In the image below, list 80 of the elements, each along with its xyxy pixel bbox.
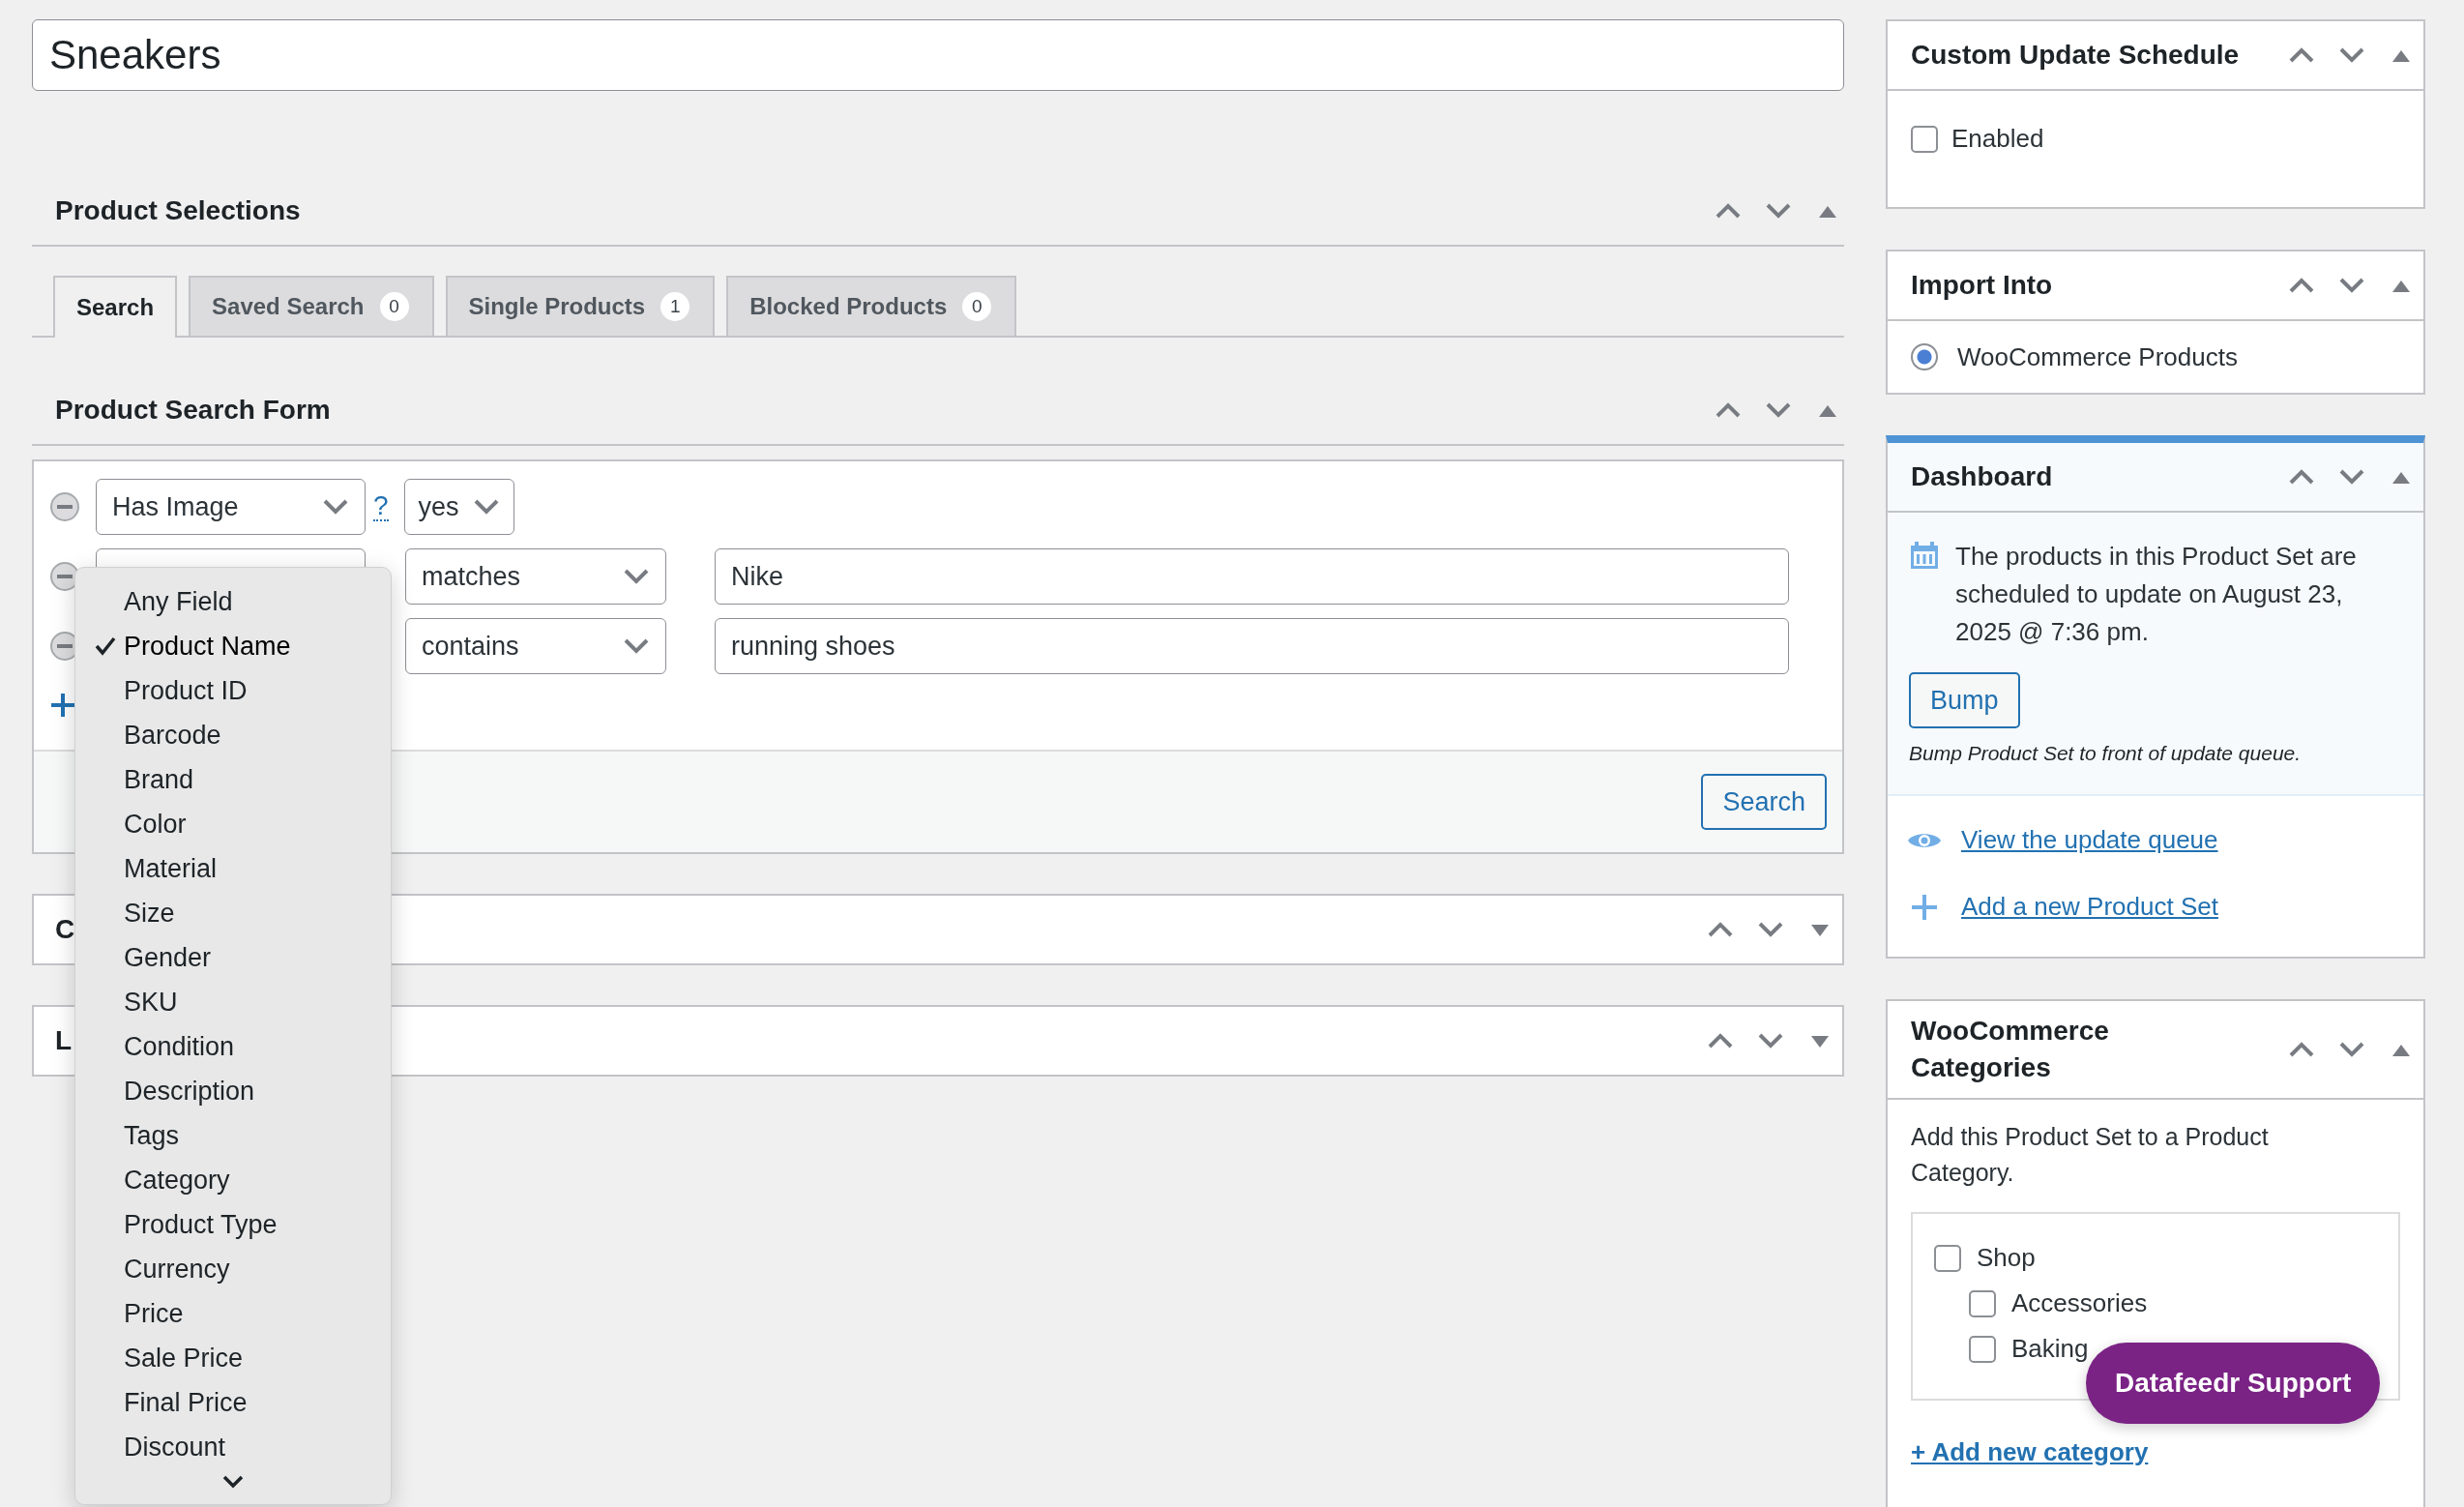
panel-title: Product Search Form [55,395,331,426]
menu-item[interactable]: Barcode [75,713,391,757]
panel-title: L [55,1025,73,1056]
menu-item[interactable]: Sale Price [75,1336,391,1380]
link[interactable]: Add a new Product Set [1961,892,2218,922]
menu-item[interactable]: Material [75,846,391,891]
menu-item[interactable]: Product Type [75,1202,391,1247]
count-badge: 0 [960,290,994,323]
dropdown[interactable]: contains [405,618,666,674]
chevron-up-icon[interactable] [1707,1032,1734,1049]
input-field[interactable]: Nike [715,548,1789,605]
bump-button[interactable]: Bump [1909,672,2020,728]
link[interactable]: View the update queue [1961,825,2218,855]
chevron-up-icon[interactable] [1715,202,1742,220]
menu-item[interactable]: Final Price [75,1380,391,1425]
triangle-up-icon[interactable] [2392,1043,2410,1056]
menu-item[interactable]: Product ID [75,668,391,713]
menu-item[interactable]: Currency [75,1247,391,1291]
tab[interactable]: Search [53,276,178,338]
triangle-down-icon[interactable] [1811,1034,1829,1048]
chevron-up-icon[interactable] [1707,921,1734,938]
chevron-up-icon[interactable] [2288,277,2315,294]
menu-item[interactable]: Category [75,1158,391,1202]
hint-text: Bump Product Set to front of update queue. [1909,742,2303,765]
menu-item[interactable]: Product Name [75,624,391,668]
remove-icon [49,491,80,522]
checkbox-label: Accessories [2011,1288,2148,1318]
menu-item[interactable]: Size [75,891,391,935]
triangle-up-icon[interactable] [2392,470,2410,484]
chevron-down-icon[interactable] [221,1475,245,1489]
dropdown[interactable]: yes [403,479,514,535]
radio-button[interactable] [1911,343,1938,370]
menu-item[interactable]: Condition [75,1024,391,1069]
menu-item[interactable]: Price [75,1291,391,1336]
triangle-up-icon[interactable] [2392,48,2410,62]
panel-title: WooCommerce Categories [1911,1015,2110,1084]
add-category-link[interactable]: + Add new category [1911,1437,2149,1467]
checkbox-label: Enabled [1951,124,2044,154]
count-badge: 0 [377,290,411,323]
triangle-up-icon[interactable] [2392,279,2410,292]
checkmark-icon [95,636,116,656]
radio-label: WooCommerce Products [1957,341,2238,372]
checkbox[interactable] [1934,1244,1961,1272]
count-badge: 1 [659,290,692,323]
calendar-icon [1909,540,1940,571]
help-link[interactable]: ? [373,492,389,521]
menu-item[interactable]: Brand [75,757,391,802]
menu-item[interactable]: Tags [75,1113,391,1158]
chevron-up-icon[interactable] [2288,468,2315,486]
checkbox[interactable] [1969,1289,1996,1317]
panel-title: Product Selections [55,195,301,226]
triangle-down-icon[interactable] [1811,923,1829,936]
menu-item[interactable]: Any Field [75,579,391,624]
chevron-up-icon[interactable] [1715,401,1742,419]
checkbox[interactable] [1911,125,1938,153]
search-button[interactable]: Search [1701,774,1827,830]
chevron-up-icon[interactable] [2288,46,2315,64]
menu-item[interactable]: Discount [75,1425,391,1469]
input-field[interactable]: running shoes [715,618,1789,674]
tab[interactable]: Blocked Products 0 [726,276,1017,336]
panel-title: Custom Update Schedule [1911,40,2240,71]
triangle-up-icon[interactable] [1819,403,1836,417]
chevron-up-icon[interactable] [2288,1041,2315,1058]
tab[interactable]: Single Products 1 [445,276,716,336]
support-button[interactable]: Datafeedr Support [2086,1343,2381,1424]
checkbox-label: Baking [2011,1334,2089,1364]
panel-title: Dashboard [1911,461,2053,492]
description-text: Add this Product Set to a Product Category. [1911,1122,2270,1188]
plus-icon [51,694,74,717]
schedule-message: The products in this Product Set are scheduled to update on August 23, 2025 @ 7:36 pm. [1955,541,2358,648]
menu-item[interactable]: Color [75,802,391,846]
tab[interactable]: Saved Search 0 [189,276,434,336]
checkbox[interactable] [1969,1335,1996,1363]
dropdown[interactable]: Has Image [96,479,366,535]
title-field[interactable]: Sneakers [32,19,1844,91]
dropdown[interactable]: matches [405,548,666,605]
triangle-up-icon[interactable] [1819,204,1836,218]
checkbox-label: Shop [1977,1243,2036,1273]
panel-title: C [55,914,75,945]
panel-title: Import Into [1911,270,2053,301]
